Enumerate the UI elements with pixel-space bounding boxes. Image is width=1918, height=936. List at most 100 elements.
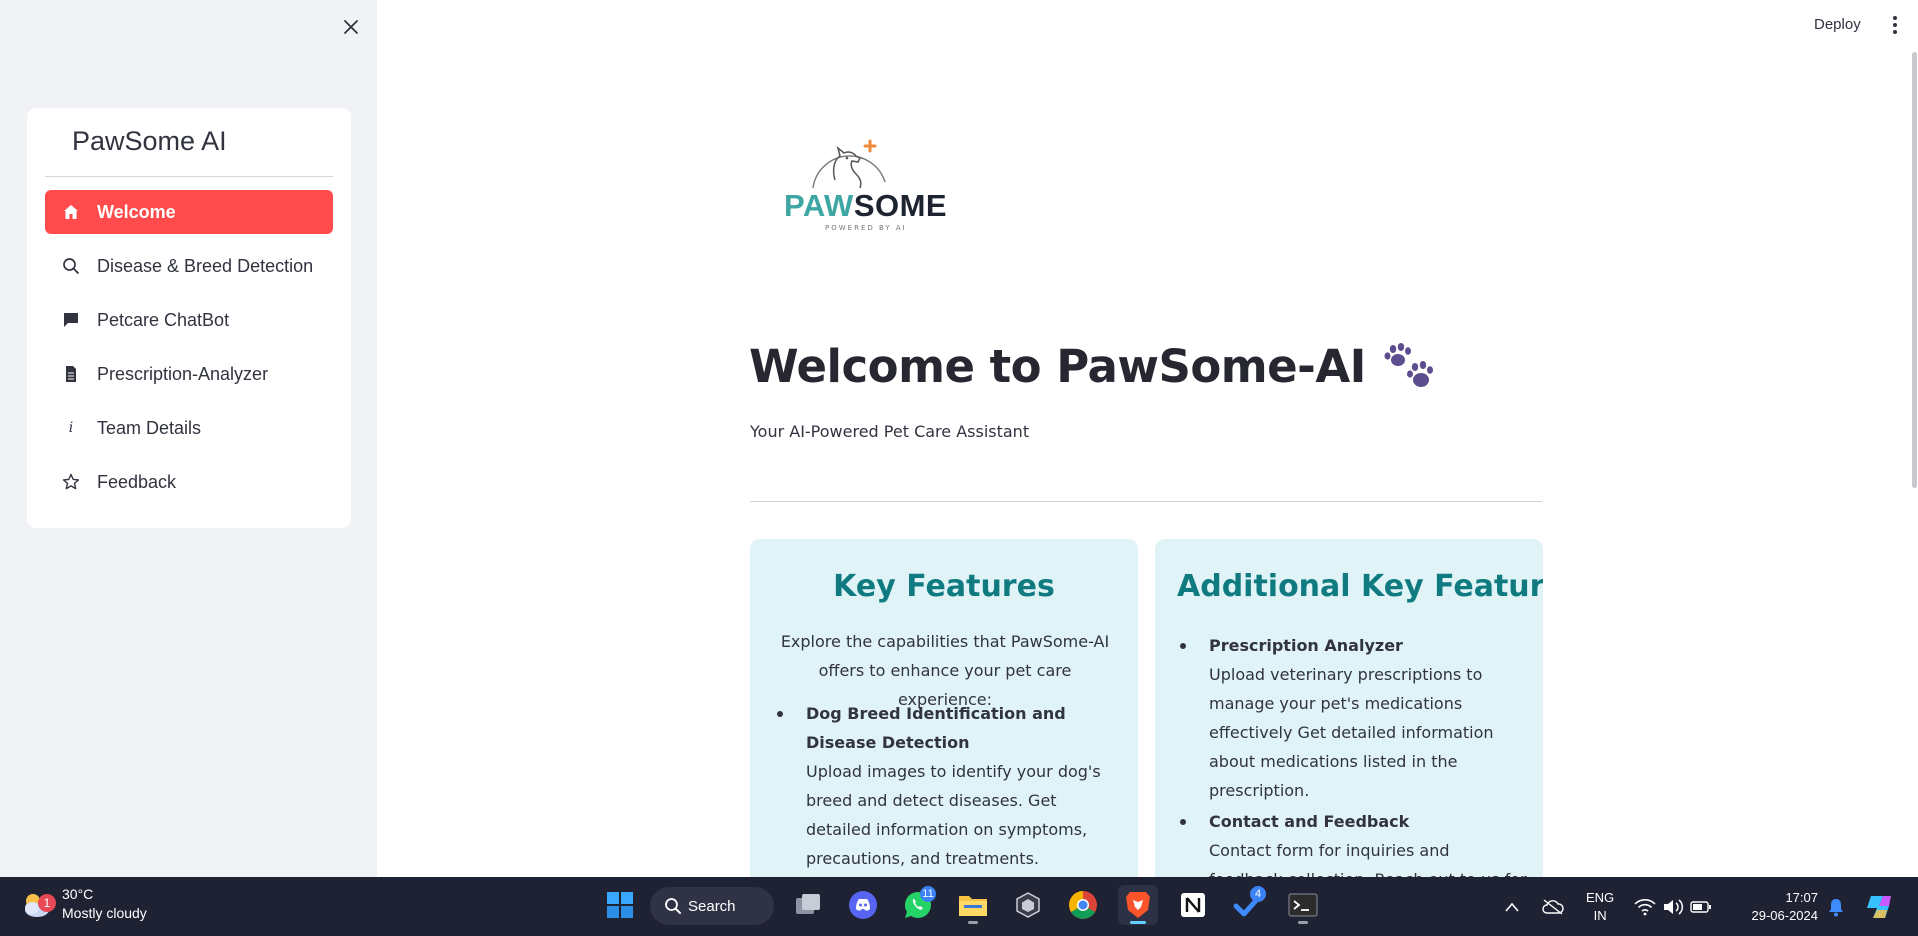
weather-badge: 1 xyxy=(38,894,56,912)
battery-icon xyxy=(1690,901,1711,913)
menu-item-team-details[interactable]: i Team Details xyxy=(45,406,333,450)
weather-text: 30°C Mostly cloudy xyxy=(62,885,147,923)
feature-title: Dog Breed Identification and Disease Det… xyxy=(806,704,1066,752)
taskbar-app-chrome[interactable] xyxy=(1063,885,1103,925)
menu-item-prescription-analyzer[interactable]: Prescription-Analyzer xyxy=(45,352,333,396)
notion-icon xyxy=(1181,893,1205,917)
feature-description: Upload veterinary prescriptions to manag… xyxy=(1209,665,1494,800)
chat-icon xyxy=(61,310,81,330)
running-indicator xyxy=(968,921,978,924)
feature-title: Prescription Analyzer xyxy=(1209,636,1403,655)
menu-item-label: Disease & Breed Detection xyxy=(97,255,314,276)
taskbar: 1 30°C Mostly cloudy Search 11 4 ENG IN … xyxy=(0,877,1918,936)
unity-icon xyxy=(1016,892,1040,918)
menu-item-label: Team Details xyxy=(97,417,202,438)
paw-prints-icon xyxy=(1384,342,1433,387)
input-language[interactable]: ENG IN xyxy=(1586,889,1614,925)
feature-description: Upload images to identify your dog's bre… xyxy=(806,762,1101,868)
menu-item-petcare-chatbot[interactable]: Petcare ChatBot xyxy=(45,298,333,342)
key-features-card: Key Features Explore the capabilities th… xyxy=(750,539,1138,877)
windows-icon xyxy=(607,892,633,918)
active-indicator xyxy=(1130,921,1146,924)
home-icon xyxy=(61,202,81,222)
info-icon: i xyxy=(68,420,74,436)
logo-wordmark: PAWSOME xyxy=(784,188,948,223)
copilot-button[interactable] xyxy=(1864,891,1896,923)
region-code: IN xyxy=(1593,908,1607,923)
dog-logo-icon xyxy=(812,139,886,189)
show-hidden-icons-button[interactable] xyxy=(1500,895,1524,919)
card-heading: Key Features xyxy=(833,569,1055,604)
wifi-icon xyxy=(1634,899,1656,916)
search-icon xyxy=(665,898,681,914)
terminal-icon xyxy=(1288,893,1318,917)
notification-badge: 11 xyxy=(920,886,936,902)
logo-tagline: POWERED BY AI xyxy=(825,224,907,232)
pawsome-logo: PAWSOME POWERED BY AI xyxy=(780,132,947,242)
weather-condition: Mostly cloudy xyxy=(62,905,147,921)
menu-item-label: Feedback xyxy=(97,471,177,492)
list-item: Contact and Feedback Contact form for in… xyxy=(1177,807,1527,877)
cloud-icon: 1 xyxy=(20,887,56,921)
close-sidebar-button[interactable] xyxy=(338,14,364,40)
task-view-icon xyxy=(796,894,820,914)
scrollbar-thumb[interactable] xyxy=(1912,52,1917,488)
taskbar-app-brave[interactable] xyxy=(1118,885,1158,925)
language-code: ENG xyxy=(1586,890,1615,905)
menu-item-feedback[interactable]: Feedback xyxy=(45,460,333,504)
menu-item-label: Petcare ChatBot xyxy=(97,309,230,330)
onedrive-status[interactable] xyxy=(1540,894,1566,920)
weather-temp: 30°C xyxy=(62,886,94,902)
taskbar-app-file-explorer[interactable] xyxy=(953,885,993,925)
quick-settings[interactable] xyxy=(1634,893,1712,921)
task-view-button[interactable] xyxy=(788,885,828,925)
cloud-offline-icon xyxy=(1542,899,1564,915)
feature-description: Contact form for inquiries and feedback … xyxy=(1209,841,1527,877)
search-icon xyxy=(61,256,81,276)
list-item: Prescription Analyzer Upload veterinary … xyxy=(1177,631,1527,805)
notifications-button[interactable] xyxy=(1824,895,1848,919)
kebab-menu-icon xyxy=(1893,16,1897,20)
menu-item-welcome[interactable]: Welcome xyxy=(45,190,333,234)
clock-time: 17:07 xyxy=(1785,890,1818,905)
menu-item-label: Prescription-Analyzer xyxy=(97,363,269,384)
notification-badge: 4 xyxy=(1250,886,1266,902)
menu-title: PawSome AI xyxy=(72,126,227,156)
star-icon xyxy=(61,472,81,492)
feature-list: Dog Breed Identification and Disease Det… xyxy=(774,699,1118,875)
card-heading: Additional Key Features xyxy=(1177,569,1543,604)
page-subtitle: Your AI-Powered Pet Care Assistant xyxy=(750,422,1030,441)
taskbar-search[interactable]: Search xyxy=(650,887,774,925)
taskbar-app-discord[interactable] xyxy=(843,885,883,925)
start-button[interactable] xyxy=(600,885,640,925)
page-title: Welcome to PawSome-AI xyxy=(749,340,1366,393)
sidebar: PawSome AI Welcome Disease & Breed Detec… xyxy=(0,0,377,877)
close-icon xyxy=(344,20,358,34)
taskbar-app-tasks[interactable]: 4 xyxy=(1228,885,1268,925)
clock-date: 29-06-2024 xyxy=(1751,908,1819,923)
menu-item-disease-breed-detection[interactable]: Disease & Breed Detection xyxy=(45,244,333,288)
feature-list: Prescription Analyzer Upload veterinary … xyxy=(1177,631,1527,877)
taskbar-app-unity[interactable] xyxy=(1008,885,1048,925)
menu-item-label: Welcome xyxy=(97,201,176,222)
feature-title: Contact and Feedback xyxy=(1209,812,1410,831)
chrome-icon xyxy=(1069,891,1097,919)
taskbar-app-terminal[interactable] xyxy=(1283,885,1323,925)
main-menu-button[interactable] xyxy=(1887,14,1903,36)
section-divider xyxy=(750,501,1542,502)
weather-widget[interactable]: 1 30°C Mostly cloudy xyxy=(20,885,147,923)
running-indicator xyxy=(1298,921,1308,924)
taskbar-app-notion[interactable] xyxy=(1173,885,1213,925)
search-label: Search xyxy=(688,897,736,915)
list-item: Dog Breed Identification and Disease Det… xyxy=(774,699,1118,873)
document-icon xyxy=(61,364,81,384)
taskbar-app-whatsapp[interactable]: 11 xyxy=(898,885,938,925)
clock[interactable]: 17:07 29-06-2024 xyxy=(1738,889,1819,925)
copilot-icon xyxy=(1867,896,1891,918)
deploy-button[interactable]: Deploy xyxy=(1808,14,1867,35)
discord-icon xyxy=(849,891,877,919)
chevron-up-icon xyxy=(1505,902,1519,912)
menu-divider xyxy=(45,176,333,177)
folder-icon xyxy=(959,896,987,916)
brave-lion-icon xyxy=(1126,892,1150,918)
